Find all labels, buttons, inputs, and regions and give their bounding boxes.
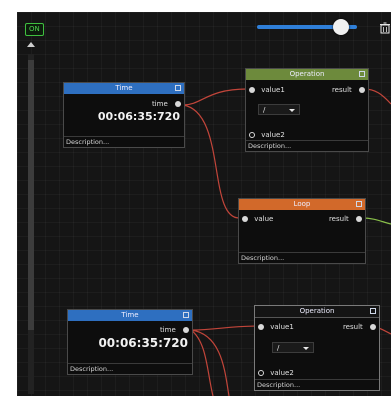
node-description[interactable]: Description... [255,379,379,390]
node-description[interactable]: Description... [68,363,192,374]
wire-time2-down-b [190,329,214,396]
output-port-dot-icon[interactable] [359,87,365,93]
operation-node[interactable]: Operation value1 result / value2 Descrip… [245,68,369,152]
node-menu-icon[interactable] [356,201,362,207]
node-menu-icon[interactable] [370,308,376,314]
node-menu-icon[interactable] [183,312,189,318]
on-toggle[interactable]: ON [25,23,44,36]
node-menu-icon[interactable] [359,71,365,77]
input-port-row: value1 [258,322,294,332]
wire-time1-to-op1 [182,88,248,106]
operation-node[interactable]: Operation value1 result / value2 Descrip… [254,305,380,391]
scrollbar-thumb[interactable] [28,60,34,330]
trash-icon[interactable] [379,22,391,34]
zoom-slider-thumb[interactable] [333,19,349,35]
output-port-label: result [342,323,363,331]
output-port-row: time [152,99,181,109]
time-node[interactable]: Time time 00:06:35:720 Description... [63,82,185,148]
input-port-label: value1 [261,86,285,94]
output-port-label: result [328,215,349,223]
input-port-label: value1 [270,323,294,331]
wire-time1-to-loop [182,104,241,219]
operator-select[interactable]: / [272,342,314,353]
vertical-scrollbar[interactable] [28,54,34,394]
output-port-row: result [343,322,376,332]
output-port-label: result [331,86,352,94]
operation-node-header[interactable]: Operation [255,306,379,318]
scroll-up-arrow-icon[interactable] [27,42,35,47]
time-value: 00:06:35:720 [97,110,180,123]
input-port-label: value [254,215,274,223]
time-node[interactable]: Time time 00:06:35:720 Description... [67,309,193,375]
node-description[interactable]: Description... [239,252,365,263]
output-port-label: time [151,100,168,108]
node-description[interactable]: Description... [246,140,368,151]
output-port-label: time [159,326,176,334]
input-port-dot-icon[interactable] [249,132,255,138]
output-port-row: time [160,325,189,335]
input-port-row: value [242,214,273,224]
output-port-row: result [332,85,365,95]
input-port-row: value2 [258,368,294,378]
zoom-slider[interactable] [257,19,369,35]
wire-time2-down-a [190,329,230,396]
input-port-dot-icon[interactable] [258,370,264,376]
chevron-down-icon [289,109,295,112]
wire-time2-to-op2 [190,325,261,331]
operation-node-title: Operation [299,307,335,315]
input-port-dot-icon[interactable] [249,87,255,93]
chevron-down-icon [303,347,309,350]
input-port-dot-icon[interactable] [242,216,248,222]
time-node-title: Time [121,311,139,319]
operator-select[interactable]: / [258,104,300,115]
time-node-header[interactable]: Time [68,310,192,321]
time-node-header[interactable]: Time [64,83,184,94]
loop-node[interactable]: Loop value result Description... [238,198,366,264]
output-port-dot-icon[interactable] [370,324,376,330]
output-port-dot-icon[interactable] [183,327,189,333]
output-port-row: result [329,214,362,224]
time-value: 00:06:35:720 [98,336,188,350]
input-port-row: value2 [249,130,285,140]
operation-node-title: Operation [289,70,325,78]
time-node-title: Time [115,84,133,92]
node-editor-canvas[interactable]: ON Time time 00:06:35:720 Description...… [17,12,391,396]
input-port-label: value2 [261,131,285,139]
operator-select-value: / [263,106,266,114]
output-port-dot-icon[interactable] [175,101,181,107]
node-menu-icon[interactable] [175,85,181,91]
node-description[interactable]: Description... [64,136,184,147]
wire-loop-out [361,217,391,225]
input-port-row: value1 [249,85,285,95]
input-port-dot-icon[interactable] [258,324,264,330]
loop-node-header[interactable]: Loop [239,199,365,210]
loop-node-title: Loop [293,200,311,208]
input-port-label: value2 [270,369,294,377]
operator-select-value: / [277,344,280,352]
output-port-dot-icon[interactable] [356,216,362,222]
operation-node-header[interactable]: Operation [246,69,368,80]
